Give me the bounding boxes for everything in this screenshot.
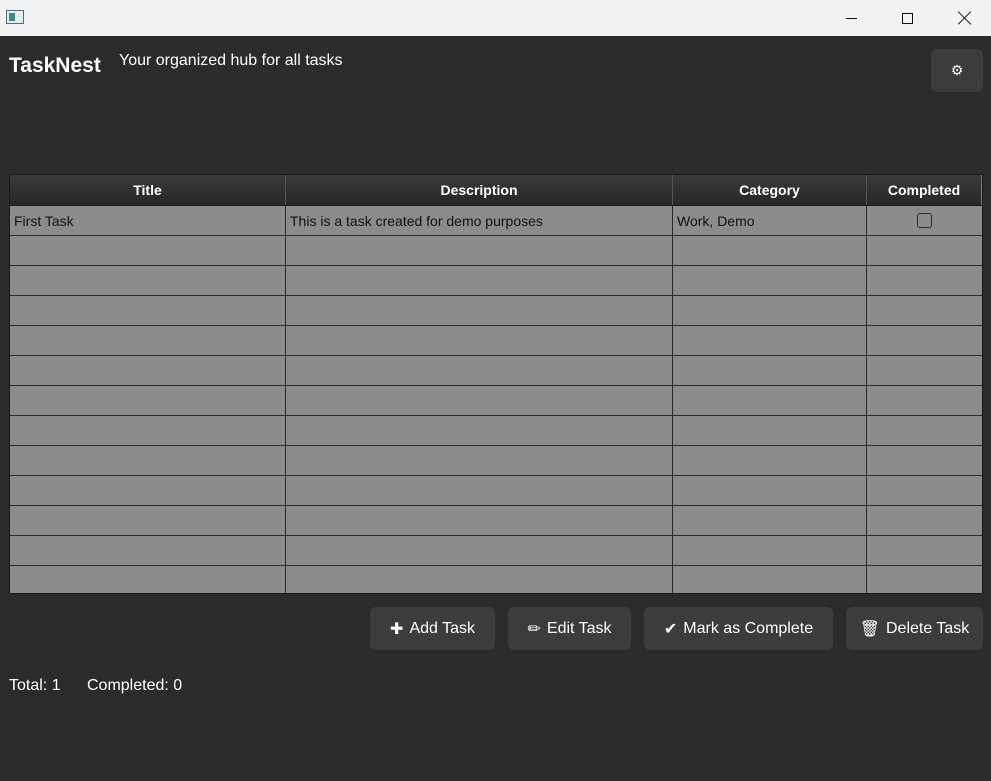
cell-title (10, 566, 286, 593)
column-header-completed[interactable]: Completed (867, 175, 982, 205)
cell-title (10, 476, 286, 505)
minimize-button[interactable] (822, 0, 880, 36)
cell-completed (867, 446, 982, 475)
cell-category (673, 296, 867, 325)
checkmark-icon: ✔ (663, 620, 678, 638)
cell-title (10, 506, 286, 535)
cell-title (10, 266, 286, 295)
cell-completed (867, 506, 982, 535)
cell-description (286, 386, 673, 415)
table-row[interactable] (10, 416, 982, 446)
cell-category (673, 566, 867, 593)
cell-title (10, 326, 286, 355)
app-window-icon (6, 10, 24, 24)
cell-completed (867, 416, 982, 445)
cell-category (673, 386, 867, 415)
cell-completed (867, 536, 982, 565)
table-row[interactable] (10, 236, 982, 266)
cell-description (286, 536, 673, 565)
cell-description (286, 476, 673, 505)
table-row[interactable] (10, 536, 982, 566)
delete-task-label: Delete Task (886, 619, 970, 637)
cell-category (673, 356, 867, 385)
cell-category (673, 416, 867, 445)
cell-description (286, 236, 673, 265)
cell-title (10, 416, 286, 445)
add-task-button[interactable]: ✚ Add Task (370, 607, 495, 650)
table-row[interactable] (10, 506, 982, 536)
table-body: First Task This is a task created for de… (10, 206, 982, 593)
table-row[interactable] (10, 386, 982, 416)
mark-complete-button[interactable]: ✔ Mark as Complete (644, 607, 833, 650)
cell-description (286, 506, 673, 535)
cell-category (673, 476, 867, 505)
cell-category (673, 446, 867, 475)
cell-title (10, 356, 286, 385)
table-row[interactable] (10, 476, 982, 506)
cell-category (673, 266, 867, 295)
settings-button[interactable]: ⚙ (931, 49, 983, 92)
edit-task-button[interactable]: ✏ Edit Task (508, 607, 631, 650)
table-row[interactable] (10, 446, 982, 476)
cell-completed (867, 356, 982, 385)
column-header-title[interactable]: Title (10, 175, 286, 205)
cell-description (286, 446, 673, 475)
close-button[interactable] (936, 0, 991, 36)
cell-completed (867, 326, 982, 355)
cell-description (286, 326, 673, 355)
edit-task-label: Edit Task (546, 619, 612, 637)
delete-task-button[interactable]: 🗑 Delete Task (846, 607, 983, 650)
table-row[interactable] (10, 356, 982, 386)
column-header-category[interactable]: Category (673, 175, 867, 205)
add-task-label: Add Task (409, 619, 475, 637)
table-row[interactable] (10, 296, 982, 326)
cell-title: First Task (10, 206, 286, 235)
table-row[interactable] (10, 566, 982, 593)
cell-description (286, 416, 673, 445)
minimize-icon (845, 17, 857, 19)
cell-completed (867, 236, 982, 265)
plus-icon: ✚ (390, 620, 404, 638)
cell-completed (867, 566, 982, 593)
completed-count: Completed: 0 (87, 677, 183, 694)
maximize-button[interactable] (878, 0, 936, 36)
cell-title (10, 446, 286, 475)
mark-complete-label: Mark as Complete (683, 619, 814, 637)
cell-category (673, 536, 867, 565)
cell-description (286, 296, 673, 325)
app-subtitle: Your organized hub for all tasks (119, 52, 343, 69)
table-row[interactable] (10, 326, 982, 356)
cell-description (286, 266, 673, 295)
column-header-description[interactable]: Description (286, 175, 673, 205)
cell-completed (867, 476, 982, 505)
cell-category: Work, Demo (673, 206, 867, 235)
cell-completed (867, 296, 982, 325)
close-icon (958, 11, 972, 25)
table-header: Title Description Category Completed (10, 175, 982, 206)
trash-icon: 🗑 (859, 620, 880, 638)
cell-title (10, 236, 286, 265)
cell-title (10, 536, 286, 565)
table-row[interactable] (10, 266, 982, 296)
gear-icon: ⚙ (950, 62, 964, 78)
cell-completed (867, 386, 982, 415)
pencil-icon: ✏ (527, 620, 541, 638)
cell-category (673, 506, 867, 535)
cell-completed (867, 206, 982, 235)
window-titlebar (0, 0, 991, 36)
cell-category (673, 236, 867, 265)
table-row[interactable]: First Task This is a task created for de… (10, 206, 982, 236)
cell-category (673, 326, 867, 355)
cell-description (286, 356, 673, 385)
cell-description (286, 566, 673, 593)
app-title: TaskNest (9, 54, 101, 77)
maximize-icon (901, 12, 913, 24)
cell-title (10, 386, 286, 415)
total-count: Total: 1 (9, 677, 61, 694)
cell-title (10, 296, 286, 325)
cell-description: This is a task created for demo purposes (286, 206, 673, 235)
completed-checkbox[interactable] (917, 213, 932, 228)
cell-completed (867, 266, 982, 295)
task-table: Title Description Category Completed Fir… (9, 174, 983, 594)
